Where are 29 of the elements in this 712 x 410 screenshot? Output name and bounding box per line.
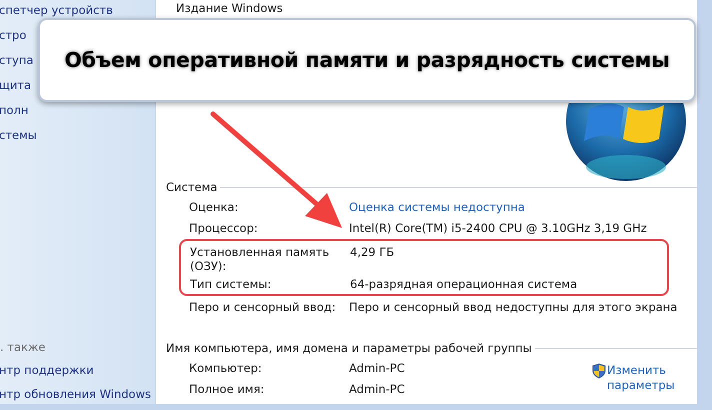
sidebar-link[interactable]: спетчер устройств [0, 2, 113, 18]
sidebar-link[interactable]: нтр обновления Windows [0, 386, 151, 402]
field-label: Процессор: [189, 221, 259, 235]
field-label: Установленная память (ОЗУ): [190, 245, 330, 273]
field-label: Тип системы: [190, 277, 272, 291]
section-heading: Система [166, 180, 218, 194]
field-value: Admin-PC [349, 361, 405, 375]
field-value: Перо и сенсорный ввод недоступны для этого экрана [349, 300, 678, 314]
shield-icon [592, 363, 606, 379]
sidebar-link[interactable]: ступа [0, 52, 34, 68]
section-heading: Имя компьютера, имя домена и параметры рабочей группы [166, 341, 532, 355]
see-also-heading: . также [0, 340, 46, 354]
field-label: Компьютер: [189, 361, 263, 375]
sidebar-link[interactable]: щита [0, 77, 32, 93]
field-value: 4,29 ГБ [350, 245, 394, 259]
caption-text: Объем оперативной памяти и разрядность системы [64, 48, 670, 72]
field-label: Полное имя: [189, 382, 266, 396]
change-settings-link[interactable]: Изменить параметры [607, 363, 675, 393]
field-value: Intel(R) Core(TM) i5-2400 CPU @ 3.10GHz 3,19 GHz [349, 221, 647, 235]
sidebar-link[interactable]: стро [0, 27, 26, 43]
rating-link[interactable]: Оценка системы недоступна [349, 200, 525, 214]
section-heading: Издание Windows [176, 1, 283, 15]
field-label: Перо и сенсорный ввод: [189, 300, 337, 314]
field-value: 64-разрядная операционная система [350, 277, 578, 291]
sidebar-link[interactable]: нтр поддержки [0, 362, 94, 378]
sidebar-link[interactable]: полн [0, 102, 28, 118]
field-value: Admin-PC [349, 382, 405, 396]
field-label: Оценка: [189, 200, 240, 214]
sidebar-link[interactable]: стемы [0, 127, 37, 143]
